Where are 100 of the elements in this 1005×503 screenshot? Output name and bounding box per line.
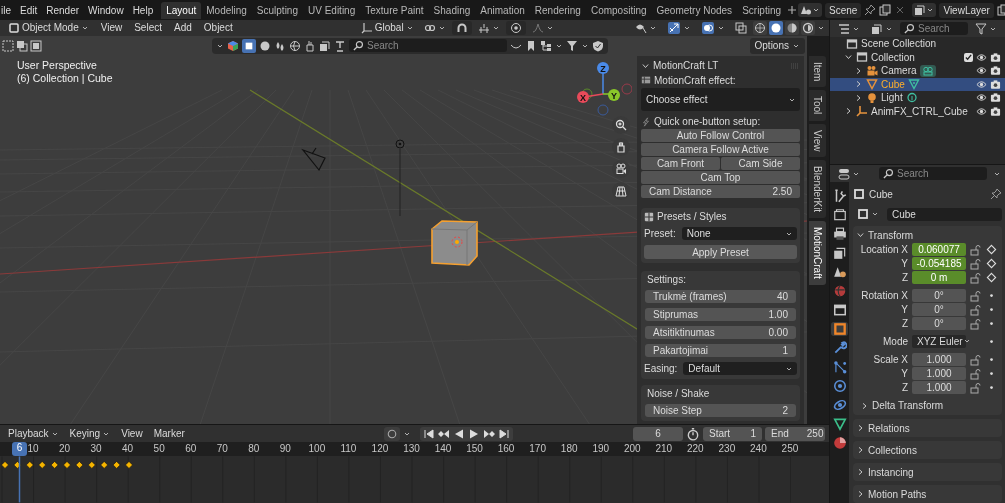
- proportional-toggle[interactable]: [505, 21, 526, 35]
- outliner-row[interactable]: Cube: [830, 77, 1005, 91]
- sidebar-tab[interactable]: View: [809, 123, 826, 158]
- slider-field[interactable]: Trukmė (frames) 40: [645, 290, 796, 304]
- image-stack-icon[interactable]: [914, 4, 927, 16]
- lock-icon[interactable]: [970, 257, 982, 270]
- workspace-tab[interactable]: Scripting: [737, 1, 787, 19]
- shield-icon[interactable]: [592, 39, 604, 52]
- properties-tab[interactable]: [831, 398, 848, 412]
- outliner-row[interactable]: Light: [830, 91, 1005, 105]
- properties-tab[interactable]: [831, 322, 848, 336]
- collapsed-panel[interactable]: Motion Paths: [853, 485, 1002, 503]
- sidebar-tab[interactable]: MotionCraft: [809, 221, 826, 286]
- current-frame-field[interactable]: 6: [633, 426, 683, 441]
- workspace-tab[interactable]: Layout: [161, 1, 202, 19]
- sidebar-tab[interactable]: BlenderKit: [809, 160, 826, 219]
- sidebar-tab[interactable]: Tool: [809, 90, 826, 121]
- collapsed-panel[interactable]: Instancing: [853, 463, 1002, 481]
- properties-tab[interactable]: [831, 417, 848, 431]
- keyframe-diamond-icon[interactable]: [986, 244, 997, 255]
- lock-icon[interactable]: [970, 303, 982, 316]
- slider-field[interactable]: Stiprumas 1.00: [645, 308, 796, 322]
- preset-dropdown[interactable]: None: [681, 227, 797, 241]
- previous-keyframe-icon[interactable]: [437, 427, 450, 440]
- number-field[interactable]: 0°: [912, 317, 966, 330]
- shading-mode-button[interactable]: [769, 21, 783, 35]
- menu-item[interactable]: Window: [88, 4, 124, 16]
- slider-field[interactable]: Atsitiktinumas 0.00: [645, 326, 796, 340]
- properties-tab[interactable]: [831, 246, 848, 260]
- stopwatch-icon[interactable]: [686, 426, 700, 441]
- search-field[interactable]: Search: [349, 39, 507, 53]
- workspace-tab[interactable]: Geometry Nodes: [651, 1, 738, 19]
- workspace-tab[interactable]: Animation: [475, 1, 530, 19]
- action-button[interactable]: Cam Side: [721, 157, 800, 171]
- menu-item[interactable]: Edit: [20, 4, 38, 16]
- eye-icon[interactable]: [976, 105, 987, 117]
- number-field[interactable]: 0°: [912, 289, 966, 302]
- image-stack-icon[interactable]: [319, 39, 331, 52]
- camera-icon[interactable]: [990, 92, 1001, 104]
- number-field[interactable]: 1.000: [912, 353, 966, 366]
- workspace-tab[interactable]: Rendering: [529, 1, 586, 19]
- workspace-tab[interactable]: Compositing: [585, 1, 652, 19]
- eye-icon[interactable]: [976, 65, 987, 77]
- copy-icon[interactable]: [996, 4, 1005, 16]
- apply-preset-button[interactable]: Apply Preset: [644, 245, 797, 260]
- mode-dropdown[interactable]: Object Mode: [4, 21, 93, 35]
- outliner-row[interactable]: Camera: [830, 64, 1005, 78]
- properties-tab[interactable]: [831, 360, 848, 374]
- auto-keying-toggle[interactable]: [383, 426, 400, 441]
- camera-icon[interactable]: [990, 65, 1001, 77]
- workspace-tab[interactable]: UV Editing: [303, 1, 361, 19]
- timeline-menu[interactable]: Marker: [149, 428, 189, 440]
- action-button[interactable]: Auto Follow Control: [641, 129, 800, 143]
- bookmark-icon[interactable]: [525, 39, 537, 52]
- perspective-toggle[interactable]: [612, 181, 630, 200]
- timeline-menu[interactable]: View: [117, 428, 147, 440]
- snap-toggle[interactable]: [451, 21, 472, 35]
- playhead-frame-label[interactable]: 6: [12, 442, 27, 457]
- workspace-tab[interactable]: Shading: [428, 1, 476, 19]
- object-filter-button[interactable]: [242, 38, 256, 53]
- lock-icon[interactable]: [970, 271, 982, 284]
- orientation-dropdown[interactable]: Global: [356, 21, 418, 35]
- effect-dropdown[interactable]: Choose effect: [641, 87, 800, 112]
- shading-mode-button[interactable]: [785, 21, 799, 35]
- lock-icon[interactable]: [970, 317, 982, 330]
- action-button[interactable]: Cam Top: [641, 171, 800, 185]
- header-menu[interactable]: View: [96, 22, 127, 34]
- properties-tab[interactable]: [831, 227, 848, 241]
- menu-item[interactable]: ile: [1, 4, 11, 16]
- chevron-right-icon[interactable]: [856, 444, 865, 456]
- search-field[interactable]: Search: [879, 167, 987, 180]
- cone-sphere-icon[interactable]: [800, 4, 813, 16]
- slider-field[interactable]: Pakartojimai 1: [645, 344, 796, 358]
- slider-field[interactable]: Noise Step 2: [645, 404, 796, 418]
- properties-tab[interactable]: [831, 436, 848, 450]
- lock-icon[interactable]: [970, 367, 982, 380]
- header-menu[interactable]: Object: [199, 22, 237, 34]
- keyframe-diamond-icon[interactable]: [986, 258, 997, 269]
- box-select-icon[interactable]: [16, 39, 28, 52]
- workspace-tab[interactable]: Modeling: [201, 1, 252, 19]
- lock-icon[interactable]: [970, 381, 982, 394]
- number-field[interactable]: 0.060077: [912, 243, 966, 256]
- number-field[interactable]: -0.054185: [912, 257, 966, 270]
- color-cube-icon[interactable]: [227, 39, 239, 52]
- globe-icon[interactable]: [289, 39, 301, 52]
- lock-icon[interactable]: [970, 289, 982, 302]
- camera-icon[interactable]: [990, 78, 1001, 90]
- easing-dropdown[interactable]: Default: [683, 362, 797, 376]
- mode-dropdown[interactable]: XYZ Euler: [912, 335, 966, 348]
- properties-tab[interactable]: [831, 265, 848, 279]
- number-field[interactable]: 0 m: [912, 271, 966, 284]
- number-field[interactable]: 1.000: [912, 367, 966, 380]
- timeline-menu[interactable]: Keying: [65, 426, 115, 441]
- subpanel-title[interactable]: Delta Transform: [872, 400, 944, 411]
- workspace-tab[interactable]: Sculpting: [251, 1, 303, 19]
- lock-icon[interactable]: [970, 353, 982, 366]
- lock-icon[interactable]: [970, 243, 982, 256]
- properties-tab[interactable]: [831, 303, 848, 317]
- keyframe-diamond-icon[interactable]: [986, 272, 997, 283]
- hierarchy-icon[interactable]: [540, 39, 552, 52]
